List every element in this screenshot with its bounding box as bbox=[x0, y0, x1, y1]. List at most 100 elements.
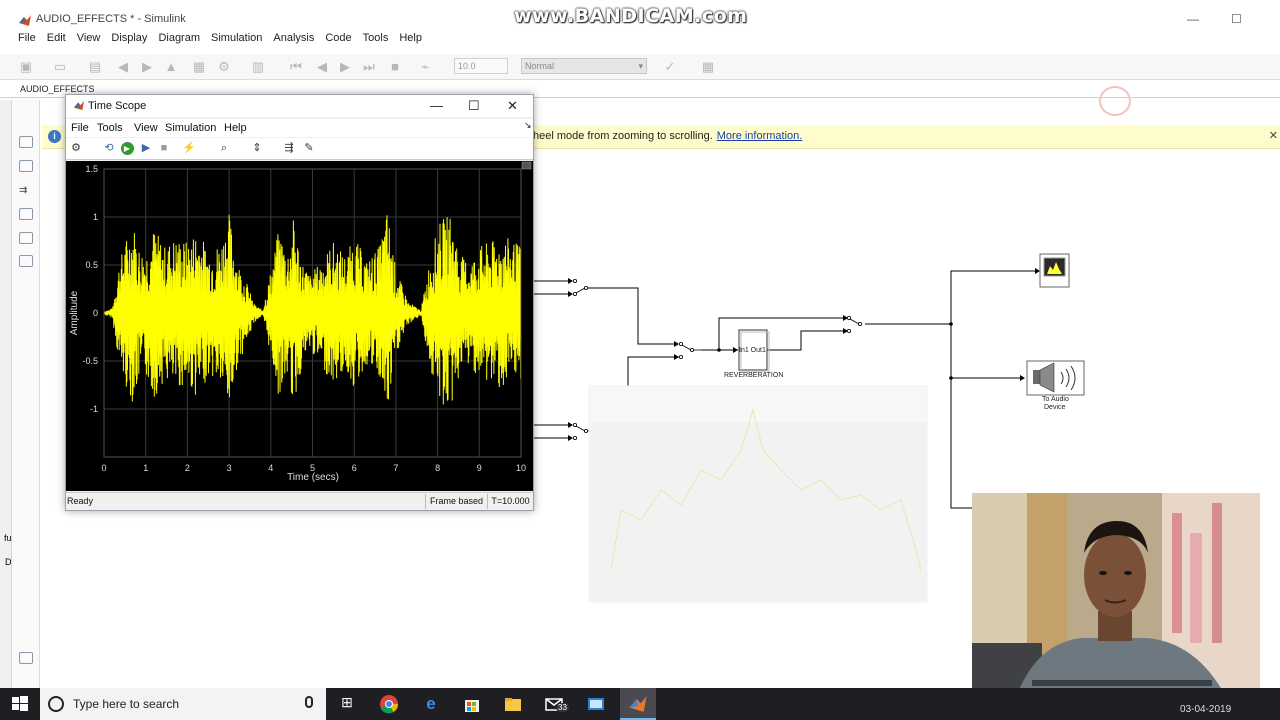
plot-expand-icon bbox=[521, 161, 532, 170]
step-back-icon[interactable]: ⏮ bbox=[288, 59, 304, 75]
fit-view-icon[interactable] bbox=[19, 160, 33, 172]
new-model-icon[interactable]: ▣ bbox=[18, 59, 34, 75]
x-tick-label: 1 bbox=[143, 463, 148, 473]
settings-gear-icon[interactable]: ⚙ bbox=[216, 59, 232, 75]
time-scope-window: Time Scope — ☐ ✕ File Tools View Simulat… bbox=[65, 94, 534, 511]
zoom-icon[interactable] bbox=[19, 136, 33, 148]
matlab-logo-icon bbox=[19, 15, 31, 26]
simulink-toolbar: ▣ ▭ ▤ ◀ ▶ ▲ ▦ ⚙ ▥ ⏮ ◀ ▶ ⏭ ■ ⌁ 10.0 Norma… bbox=[0, 54, 1280, 80]
check-icon[interactable]: ✓ bbox=[662, 59, 678, 75]
area-icon[interactable] bbox=[19, 255, 33, 267]
menu-file[interactable]: File bbox=[18, 32, 36, 44]
edge-icon[interactable]: e bbox=[421, 694, 441, 714]
step-back-single-icon[interactable]: ◀ bbox=[314, 59, 330, 75]
minimize-icon[interactable]: — bbox=[1187, 12, 1199, 26]
reverberation-label: REVERBERATION bbox=[724, 372, 784, 379]
close-icon[interactable]: ✕ bbox=[507, 98, 518, 114]
scope-plot[interactable]: 1.510.50-0.5-1 0 1 2 3 4 5 6 7 8 9 10 Amplitude Ti… bbox=[66, 161, 533, 491]
menu-tools[interactable]: Tools bbox=[363, 32, 389, 44]
open-icon[interactable]: ▭ bbox=[52, 59, 68, 75]
maximize-icon[interactable]: ☐ bbox=[1231, 12, 1242, 26]
x-tick-label: 9 bbox=[477, 463, 482, 473]
app-window-icon[interactable] bbox=[586, 694, 606, 714]
scope-menu-tools[interactable]: Tools bbox=[97, 122, 123, 134]
webcam-overlay bbox=[972, 493, 1260, 709]
highlight-signal-icon[interactable]: ⚡ bbox=[182, 141, 196, 155]
reverberation-ports: In1 Out1 bbox=[739, 347, 766, 354]
menu-simulation[interactable]: Simulation bbox=[211, 32, 262, 44]
scope-menu-simulation[interactable]: Simulation bbox=[165, 122, 216, 134]
strip-label-d: D bbox=[5, 557, 12, 567]
scope-menu-file[interactable]: File bbox=[71, 122, 89, 134]
y-tick-label: 0.5 bbox=[85, 260, 98, 270]
maximize-icon[interactable]: ☐ bbox=[468, 98, 480, 114]
manual-switch bbox=[847, 315, 863, 333]
explorer-bar-icon[interactable] bbox=[19, 652, 33, 664]
manual-switch bbox=[573, 422, 589, 440]
step-forward-icon[interactable]: ▶ bbox=[139, 141, 153, 155]
undock-icon[interactable]: ↘ bbox=[524, 120, 532, 131]
record-icon[interactable]: ⌁ bbox=[417, 59, 433, 75]
x-tick-label: 2 bbox=[185, 463, 190, 473]
store-icon[interactable] bbox=[462, 694, 482, 714]
chevron-down-icon: ▾ bbox=[638, 61, 643, 71]
menu-edit[interactable]: Edit bbox=[47, 32, 66, 44]
grid-icon[interactable]: ▦ bbox=[700, 59, 716, 75]
simulation-mode-select[interactable]: Normal ▾ bbox=[521, 58, 647, 74]
zoom-in-icon[interactable]: ⌕ bbox=[217, 141, 231, 155]
image-icon[interactable] bbox=[19, 232, 33, 244]
chrome-icon[interactable] bbox=[379, 694, 399, 714]
task-view-icon[interactable]: ⊞ bbox=[337, 694, 357, 714]
annotation-icon[interactable] bbox=[19, 208, 33, 220]
forward-icon[interactable]: ▶ bbox=[139, 59, 155, 75]
run-icon[interactable]: ▶ bbox=[337, 59, 353, 75]
signal-line bbox=[586, 287, 674, 345]
menu-view[interactable]: View bbox=[77, 32, 101, 44]
x-tick-label: 10 bbox=[516, 463, 526, 473]
x-tick-label: 4 bbox=[268, 463, 273, 473]
model-tab[interactable]: AUDIO_EFFECTS bbox=[20, 84, 95, 94]
step-forward-icon[interactable]: ⏭ bbox=[361, 59, 377, 75]
y-tick-label: 0 bbox=[93, 308, 98, 318]
info-message: heel mode from zooming to scrolling. bbox=[533, 130, 713, 142]
close-icon[interactable]: ✕ bbox=[1269, 129, 1278, 142]
menu-help[interactable]: Help bbox=[399, 32, 422, 44]
run-icon[interactable]: ▶ bbox=[120, 141, 134, 155]
minimize-icon[interactable]: — bbox=[430, 98, 443, 113]
back-icon[interactable]: ◀ bbox=[115, 59, 131, 75]
mail-icon[interactable]: 33 bbox=[545, 694, 569, 714]
stop-icon[interactable]: ■ bbox=[157, 141, 171, 155]
menu-code[interactable]: Code bbox=[325, 32, 351, 44]
menu-display[interactable]: Display bbox=[111, 32, 147, 44]
info-icon: i bbox=[48, 130, 61, 143]
microphone-icon[interactable] bbox=[305, 696, 313, 708]
status-ready: Ready bbox=[67, 496, 94, 506]
mail-badge: 33 bbox=[556, 703, 569, 712]
up-icon[interactable]: ▲ bbox=[163, 59, 179, 75]
measurements-icon[interactable]: ✎ bbox=[302, 141, 316, 155]
stop-icon[interactable]: ■ bbox=[387, 59, 403, 75]
x-tick-label: 8 bbox=[435, 463, 440, 473]
settings-gear-icon[interactable]: ⚙ bbox=[69, 141, 83, 155]
save-icon[interactable]: ▤ bbox=[87, 59, 103, 75]
taskbar-search-box[interactable]: Type here to search bbox=[40, 688, 326, 720]
more-information-link[interactable]: More information. bbox=[717, 130, 803, 142]
model-explorer-icon[interactable]: ▥ bbox=[250, 59, 266, 75]
search-placeholder: Type here to search bbox=[73, 697, 180, 711]
audio-device-label-line1: To Audio bbox=[1042, 396, 1069, 403]
status-frame-based: Frame based bbox=[425, 494, 487, 509]
step-back-icon[interactable]: ⟲ bbox=[102, 141, 116, 155]
menu-diagram[interactable]: Diagram bbox=[158, 32, 200, 44]
triggers-icon[interactable]: ⇶ bbox=[282, 141, 296, 155]
file-explorer-icon[interactable] bbox=[503, 694, 523, 714]
scope-menu-view[interactable]: View bbox=[134, 122, 158, 134]
matlab-taskbar-button[interactable] bbox=[620, 688, 656, 720]
scale-axes-icon[interactable]: ⇕ bbox=[250, 141, 264, 155]
stop-time-field[interactable]: 10.0 bbox=[454, 58, 508, 74]
windows-start-icon[interactable] bbox=[10, 694, 30, 714]
menu-analysis[interactable]: Analysis bbox=[273, 32, 314, 44]
scope-title: Time Scope bbox=[88, 100, 147, 112]
scope-menu-help[interactable]: Help bbox=[224, 122, 247, 134]
library-browser-icon[interactable]: ▦ bbox=[191, 59, 207, 75]
arrow-icon[interactable]: ⇉ bbox=[19, 184, 33, 196]
